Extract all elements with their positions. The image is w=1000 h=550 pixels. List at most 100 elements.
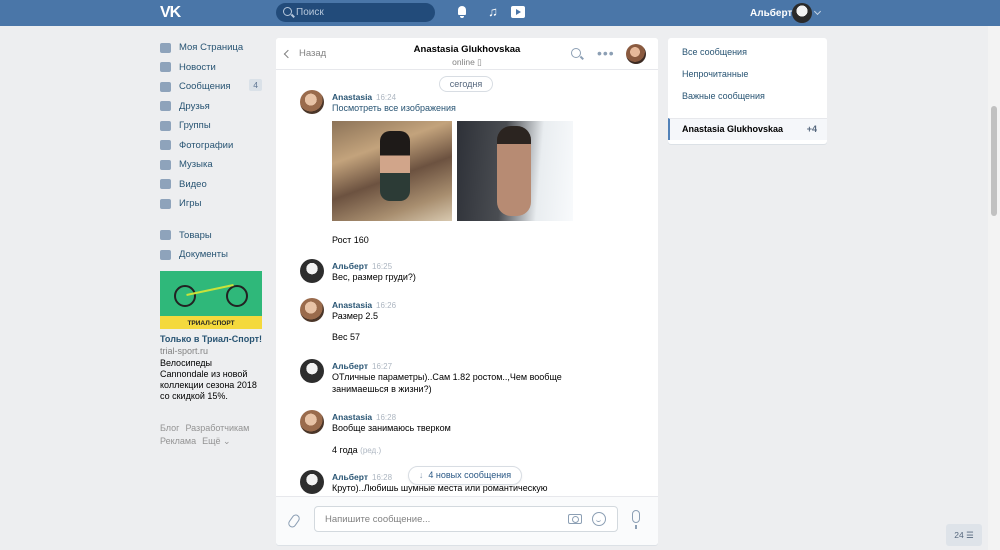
new-messages-button[interactable]: ↓ 4 новых сообщения: [408, 466, 522, 485]
home-icon: [160, 42, 171, 53]
sidebar-item-friends[interactable]: Друзья: [160, 97, 262, 117]
message-author[interactable]: Альберт: [332, 261, 368, 271]
sidebar-item-label: Музыка: [179, 159, 213, 171]
message-text: Вес 57: [332, 332, 361, 342]
attach-icon[interactable]: [286, 512, 302, 530]
arrow-down-icon: ↓: [418, 470, 424, 480]
user-name[interactable]: Альберт: [750, 8, 792, 19]
groups-icon: [160, 120, 171, 131]
avatar[interactable]: [792, 3, 812, 23]
ad-url[interactable]: trial-sport.ru: [160, 346, 262, 356]
emoji-icon[interactable]: [592, 512, 606, 526]
message-author[interactable]: Anastasia: [332, 92, 372, 102]
search-box[interactable]: [276, 3, 435, 22]
video-player-icon[interactable]: [511, 5, 525, 19]
sidebar-item-label: Игры: [179, 198, 202, 210]
gamepad-icon: [160, 198, 171, 209]
chevron-down-icon[interactable]: [813, 7, 822, 16]
sidebar-item-video[interactable]: Видео: [160, 175, 262, 195]
footer-link-blog[interactable]: Блог: [160, 423, 179, 433]
bike-wheel-shape: [174, 284, 196, 307]
sidebar-item-documents[interactable]: Документы: [160, 245, 262, 265]
message-text: Вообще занимаюсь тверком: [332, 423, 451, 433]
message-time[interactable]: 16:26: [376, 301, 396, 310]
left-sidebar: Моя Страница Новости Сообщения 4 Друзья …: [160, 38, 262, 448]
bike-wheel-shape: [226, 284, 248, 307]
avatar[interactable]: [300, 298, 324, 322]
filter-unread[interactable]: Непрочитанные: [682, 69, 748, 79]
sidebar-item-my-page[interactable]: Моя Страница: [160, 38, 262, 58]
scrollbar-thumb[interactable]: [991, 106, 997, 216]
search-input[interactable]: [296, 5, 426, 20]
sidebar-item-label: Документы: [179, 249, 228, 261]
ad-brand-logo: ТРИАЛ-СПОРТ: [187, 319, 235, 327]
date-separator: сегодня: [439, 76, 493, 92]
active-conversation-tab[interactable]: Anastasia Glukhovskaa +4: [668, 118, 827, 140]
message-text: Вес, размер груди?): [332, 272, 416, 282]
avatar[interactable]: [300, 410, 324, 434]
message-composer: [276, 496, 658, 545]
footer-link-developers[interactable]: Разработчикам: [185, 423, 249, 433]
messages-icon: [160, 81, 171, 92]
message-time[interactable]: 16:28: [376, 413, 396, 422]
bell-icon[interactable]: [455, 5, 469, 19]
footer-link-ads[interactable]: Реклама: [160, 436, 196, 446]
message-time[interactable]: 16:28: [372, 473, 392, 482]
message-time[interactable]: 16:27: [372, 362, 392, 371]
sidebar-item-games[interactable]: Игры: [160, 194, 262, 214]
sidebar-item-news[interactable]: Новости: [160, 58, 262, 78]
chat-header: Назад Anastasia Glukhovskaa online ▯ •••: [276, 38, 658, 70]
new-messages-label: 4 новых сообщения: [428, 470, 512, 480]
message-author[interactable]: Anastasia: [332, 412, 372, 422]
message-text: ОТличные параметры)..Сам 1.82 ростом..,Ч…: [332, 372, 562, 382]
sidebar-item-label: Друзья: [179, 100, 210, 112]
message-time[interactable]: 16:24: [376, 93, 396, 102]
chat-panel: Назад Anastasia Glukhovskaa online ▯ •••…: [276, 38, 658, 545]
message-text: Размер 2.5: [332, 311, 378, 321]
view-all-images-link[interactable]: Посмотреть все изображения: [332, 102, 592, 114]
sidebar-item-label: Моя Страница: [179, 42, 244, 54]
messages-count-badge: 4: [249, 79, 262, 91]
sidebar-item-photos[interactable]: Фотографии: [160, 136, 262, 156]
sidebar-divider: [160, 214, 262, 226]
music-note-icon: [160, 159, 171, 170]
avatar[interactable]: [300, 90, 324, 114]
camera-icon[interactable]: [568, 514, 582, 524]
ad-title[interactable]: Только в Триал-Спорт!: [160, 334, 262, 344]
avatar[interactable]: [300, 259, 324, 283]
page-scrollbar[interactable]: [988, 26, 1000, 550]
message-author[interactable]: Альберт: [332, 361, 368, 371]
sidebar-item-music[interactable]: Музыка: [160, 155, 262, 175]
news-icon: [160, 62, 171, 73]
active-conversation-count: +4: [806, 124, 817, 134]
camera-icon: [160, 140, 171, 151]
message-text-value: 4 года: [332, 445, 358, 455]
photo-attachment[interactable]: [332, 121, 452, 221]
message-text: Рост 160: [332, 235, 369, 245]
sidebar-item-goods[interactable]: Товары: [160, 226, 262, 246]
music-icon[interactable]: ♫: [486, 5, 500, 19]
search-icon[interactable]: [571, 48, 581, 58]
corner-badge[interactable]: 24 ☰: [946, 524, 982, 546]
sidebar-item-messages[interactable]: Сообщения 4: [160, 77, 262, 97]
edited-label: (ред.): [360, 446, 382, 455]
vk-logo[interactable]: VK: [160, 4, 181, 22]
contact-avatar[interactable]: [626, 44, 646, 64]
message-time[interactable]: 16:25: [372, 262, 392, 271]
message-author[interactable]: Альберт: [332, 472, 368, 482]
message-author[interactable]: Anastasia: [332, 300, 372, 310]
message-text: 4 года (ред.): [332, 444, 592, 457]
sidebar-item-groups[interactable]: Группы: [160, 116, 262, 136]
footer-link-more[interactable]: Ещё ⌄: [202, 436, 230, 446]
microphone-icon[interactable]: [632, 510, 640, 529]
ad-text: Велосипеды Cannondale из новой коллекции…: [160, 357, 257, 401]
sidebar-item-label: Группы: [179, 120, 211, 132]
photo-attachment[interactable]: [457, 121, 573, 221]
filter-all-messages[interactable]: Все сообщения: [682, 47, 747, 57]
avatar[interactable]: [300, 359, 324, 383]
avatar[interactable]: [300, 470, 324, 494]
filter-important[interactable]: Важные сообщения: [682, 91, 765, 101]
more-icon[interactable]: •••: [597, 45, 615, 61]
sidebar-item-label: Товары: [179, 229, 212, 241]
ad-image[interactable]: ТРИАЛ-СПОРТ: [160, 270, 262, 329]
